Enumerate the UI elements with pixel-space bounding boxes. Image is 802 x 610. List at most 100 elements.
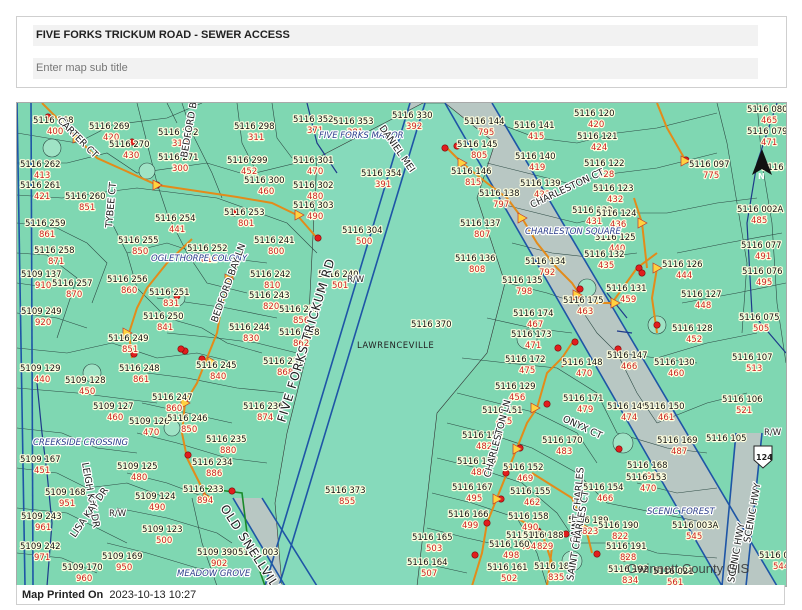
parcel-id-label: 5116 171 <box>563 394 604 404</box>
parcel-id-label: 5116 257 <box>52 279 93 289</box>
address-label: 470 <box>307 167 323 177</box>
address-label: 467 <box>527 320 543 330</box>
parcel-id-label: 5116 298 <box>234 122 275 132</box>
parcel-id-label: 5116 161 <box>487 563 528 573</box>
address-label: 487 <box>671 447 687 457</box>
manhole-marker <box>441 144 449 152</box>
address-label: 851 <box>122 345 138 355</box>
manhole-marker <box>483 519 491 527</box>
parcel-id-label: 5116 251 <box>149 288 190 298</box>
manhole-marker <box>638 269 646 277</box>
address-label: 495 <box>466 494 482 504</box>
rw-label: R/W <box>109 509 127 519</box>
address-label: 801 <box>238 219 254 229</box>
parcel-id-label: 5116 255 <box>118 236 159 246</box>
map-title-input[interactable]: FIVE FORKS TRICKUM ROAD - SEWER ACCESS <box>33 25 758 46</box>
parcel-id-label: 5116 138 <box>479 189 520 199</box>
parcel-id-label: 5116 120 <box>574 109 615 119</box>
manhole-marker <box>177 345 185 353</box>
parcel-id-label: 5116 121 <box>577 132 618 142</box>
parcel-id-label: 5116 124 <box>596 209 637 219</box>
subdivision-label: CREEKSIDE CROSSING <box>33 438 129 448</box>
address-label: 461 <box>658 413 674 423</box>
parcel-id-label: 5116 244 <box>229 323 270 333</box>
address-label: 460 <box>107 413 123 423</box>
address-label: 851 <box>79 203 95 213</box>
map-subtitle-input[interactable]: Enter map sub title <box>33 58 758 79</box>
parcel-id-label: 5116 249 <box>108 334 149 344</box>
watermark: Gwinnett County GIS <box>627 561 749 576</box>
parcel-id-label: 5116 147 <box>607 351 648 361</box>
manhole-marker <box>615 445 623 453</box>
manhole-marker <box>653 321 661 329</box>
parcel-id-label: 5116 242 <box>250 270 291 280</box>
address-label: 797 <box>493 200 509 210</box>
parcel-id-label: 5116 270 <box>109 140 150 150</box>
address-label: 971 <box>34 553 50 563</box>
parcel-id-label: 5116 168 <box>627 461 668 471</box>
parcel-id-label: 5116 166 <box>448 510 489 520</box>
map-canvas[interactable]: 5116 268 400 5116 269 420 5116 272 310 5116 27… <box>16 102 787 587</box>
parcel-id-label: 5116 172 <box>505 355 546 365</box>
manhole-marker <box>554 344 562 352</box>
north-label: N <box>758 172 765 181</box>
manhole-marker <box>562 530 570 538</box>
address-label: 815 <box>465 178 481 188</box>
address-label: 471 <box>761 138 777 148</box>
parcel-id-label: 5116 140 <box>515 152 556 162</box>
address-label: 424 <box>591 143 607 153</box>
parcel-id-label: 5116 149 <box>607 402 648 412</box>
parcel-id-label: 5109 243 <box>21 512 62 522</box>
manhole-marker <box>471 551 479 559</box>
parcel-id-label: 5116 148 <box>562 358 603 368</box>
parcel-id-label: 5116 139 <box>520 179 561 189</box>
address-label: 495 <box>756 278 772 288</box>
parcel-id-label: 5116 003A <box>672 521 719 531</box>
address-label: 392 <box>406 122 422 132</box>
address-label: 430 <box>123 151 139 161</box>
parcel-id-label: 5116 248 <box>119 364 160 374</box>
parcel-id-label: 5116 165 <box>412 533 453 543</box>
parcel-id-label: 5116 373 <box>325 486 366 496</box>
parcel-id-label: 5116 258 <box>34 246 75 256</box>
address-label: 830 <box>243 334 259 344</box>
address-label: 505 <box>753 324 769 334</box>
parcel-id-label: 5116 122 <box>584 159 625 169</box>
address-label: 471 <box>525 341 541 351</box>
address-label: 800 <box>268 247 284 257</box>
address-label: 808 <box>469 265 485 275</box>
address-label: 451 <box>34 466 50 476</box>
address-label: 470 <box>640 484 656 494</box>
printed-on-label: Map Printed On <box>22 589 104 601</box>
parcel-id-label: 5116 127 <box>681 290 722 300</box>
parcel-id-label: 5116 250 <box>143 312 184 322</box>
parcel-id-label: 5116 190 <box>598 521 639 531</box>
manhole-marker <box>314 234 322 242</box>
parcel-id-label: 5116 134 <box>525 257 566 267</box>
parcel-id-label: 5116 170 <box>542 436 583 446</box>
address-label: 820 <box>263 302 279 312</box>
parcel-id-label: 5109 242 <box>20 542 61 552</box>
manhole-marker <box>228 487 236 495</box>
parcel-id-label: 5109 128 <box>65 376 106 386</box>
parcel-id-label: 5116 271 <box>158 153 199 163</box>
address-label: 413 <box>34 171 50 181</box>
address-label: 421 <box>34 192 50 202</box>
address-label: 886 <box>206 469 222 479</box>
parcel-id-label: 5116 146 <box>451 167 492 177</box>
parcel-id-label: 5116 256 <box>107 275 148 285</box>
parcel-id-label: 5116 079 <box>747 127 786 137</box>
rw-label: R/W <box>347 275 365 285</box>
address-label: 502 <box>501 574 517 584</box>
parcel-id-label: 5109 123 <box>142 525 183 535</box>
address-label: 807 <box>474 230 490 240</box>
parcel-id-label: 5116 158 <box>508 512 549 522</box>
parcel-id-label: 5116 075 <box>739 313 780 323</box>
parcel-id-label: 5116 254 <box>155 214 196 224</box>
parcel-id-label: 5109 168 <box>45 488 86 498</box>
parcel-id-label: 5109 249 <box>21 307 62 317</box>
address-label: 850 <box>181 425 197 435</box>
parcel-id-label: 5116 167 <box>452 483 493 493</box>
address-label: 311 <box>248 133 264 143</box>
address-label: 831 <box>163 299 179 309</box>
